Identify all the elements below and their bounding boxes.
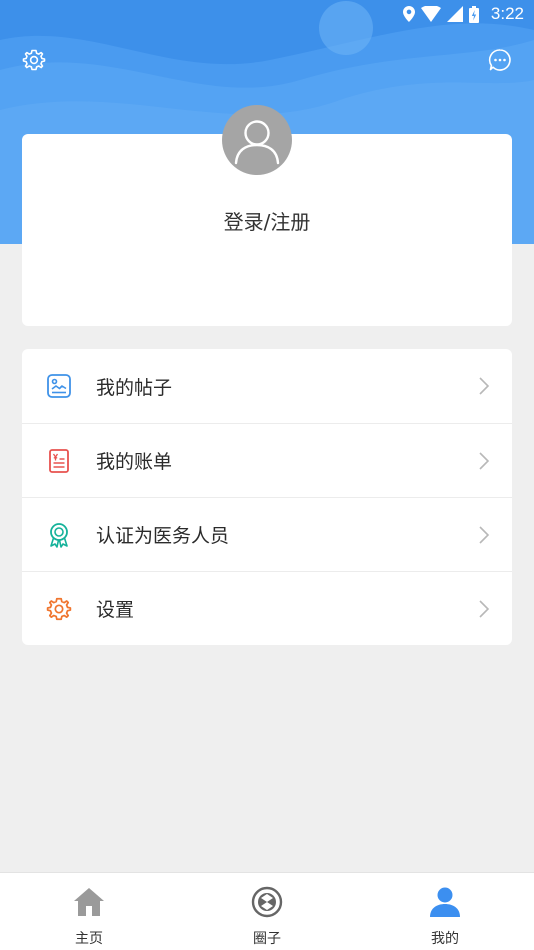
bill-receipt-icon xyxy=(46,448,72,474)
gear-icon xyxy=(22,49,46,71)
home-icon xyxy=(72,885,106,919)
battery-icon xyxy=(468,5,479,23)
chevron-right-icon xyxy=(479,525,490,544)
posts-image-icon xyxy=(46,373,72,399)
menu-item-label: 我的账单 xyxy=(96,451,173,473)
circle-community-icon xyxy=(250,885,284,919)
header-settings-button[interactable] xyxy=(22,48,46,72)
menu-item-my-bills[interactable]: 我的账单 xyxy=(22,423,512,497)
wifi-icon xyxy=(420,6,441,22)
chevron-right-icon xyxy=(479,377,490,395)
tab-label: 我的 xyxy=(431,931,459,947)
user-silhouette-icon xyxy=(234,120,280,165)
status-bar: 3:22 xyxy=(0,0,534,28)
menu-item-certify-medical[interactable]: 认证为医务人员 xyxy=(22,497,512,571)
header-message-button[interactable] xyxy=(488,48,512,72)
login-register-link[interactable]: 登录/注册 xyxy=(22,206,512,235)
tab-label: 主页 xyxy=(75,931,103,947)
chevron-right-icon xyxy=(479,599,490,618)
tab-mine[interactable]: 我的 xyxy=(356,873,534,950)
tab-label: 圈子 xyxy=(253,931,281,947)
menu-item-my-posts[interactable]: 我的帖子 xyxy=(22,349,512,423)
tab-circle[interactable]: 圈子 xyxy=(178,873,356,950)
menu-item-settings[interactable]: 设置 xyxy=(22,571,512,645)
chat-bubble-icon xyxy=(488,49,511,71)
menu-item-label: 认证为医务人员 xyxy=(96,525,230,547)
menu-item-label: 我的帖子 xyxy=(96,376,173,399)
certification-badge-icon xyxy=(46,522,72,548)
location-icon xyxy=(402,6,415,22)
chevron-right-icon xyxy=(479,451,490,470)
avatar[interactable] xyxy=(222,105,292,175)
menu-item-label: 设置 xyxy=(96,599,135,621)
bottom-navigation: 主页 圈子 我的 xyxy=(0,872,534,950)
tab-home[interactable]: 主页 xyxy=(0,873,178,950)
menu-list: 我的帖子 我的账单 认证为医务人员 设置 xyxy=(22,349,512,645)
signal-icon xyxy=(446,6,463,22)
gear-icon xyxy=(46,596,72,622)
user-icon xyxy=(428,885,462,919)
status-time: 3:22 xyxy=(490,4,524,23)
